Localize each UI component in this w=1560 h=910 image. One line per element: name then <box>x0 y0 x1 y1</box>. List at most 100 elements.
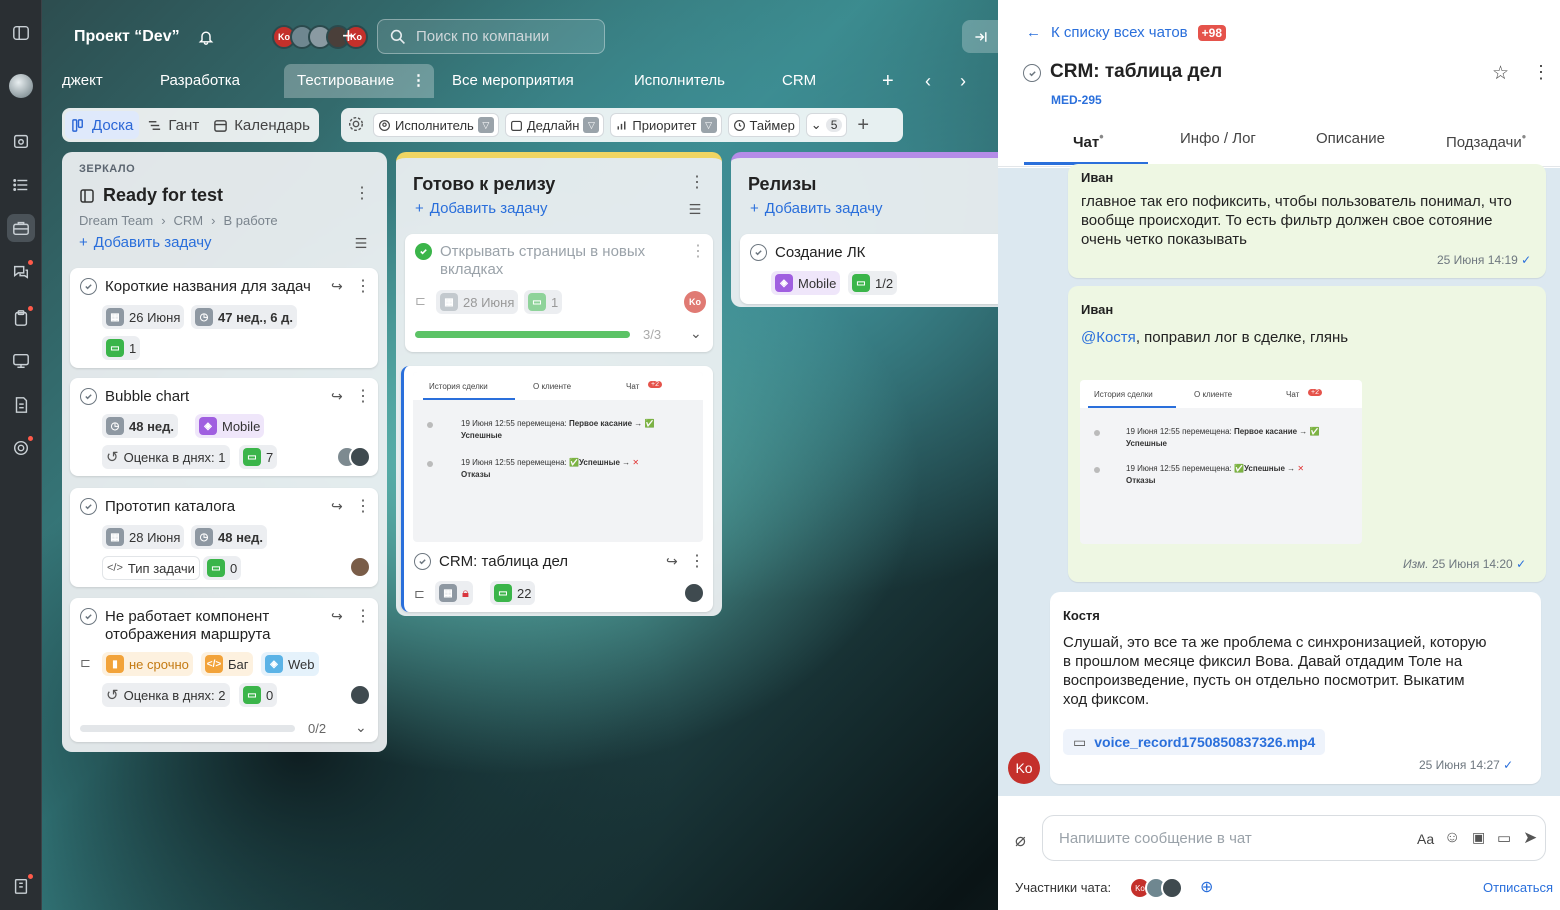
comments-count[interactable]: ▭ 7 <box>239 445 278 469</box>
breadcrumb-item[interactable]: В работе <box>223 213 277 228</box>
project-title[interactable]: Проект “Dev” <box>74 28 180 46</box>
breadcrumb-item[interactable]: Dream Team <box>79 213 153 228</box>
avatar[interactable]: Ko <box>684 291 706 313</box>
task-card-selected[interactable]: История сделки О клиенте Чат +2 19 Июня … <box>401 366 713 612</box>
add-filter-button[interactable]: + <box>853 114 869 137</box>
card-menu-icon[interactable]: ⋮ <box>355 387 371 407</box>
task-card[interactable]: Открывать страницы в новых вкладках ⋮ ⊏ ▦… <box>405 234 713 352</box>
filter-deadline[interactable]: Дедлайн ▽ <box>504 113 605 137</box>
emoji-icon[interactable]: ☺ <box>1444 829 1460 847</box>
star-icon[interactable]: ☆ <box>1492 62 1509 85</box>
complete-checkbox[interactable] <box>750 244 767 261</box>
projects-icon[interactable] <box>7 214 35 242</box>
mention-link[interactable]: @Костя <box>1081 329 1136 346</box>
complete-checkbox[interactable] <box>1023 64 1041 82</box>
complete-checkbox[interactable] <box>414 553 431 570</box>
search-input[interactable]: Поиск по компании <box>377 19 605 54</box>
tab-chat[interactable]: Чат• <box>1073 130 1104 151</box>
priority-tag[interactable]: ▮ не срочно <box>102 652 193 676</box>
chevron-right-icon[interactable]: › <box>960 64 966 98</box>
video-message-icon[interactable]: ▭ <box>1497 829 1511 847</box>
more-icon[interactable]: ⋮ <box>1532 62 1550 83</box>
text-format-icon[interactable]: Aa <box>1417 831 1434 847</box>
task-card[interactable]: Bubble chart ↪ ⋮ ◷ 48 нед. ◈ Mobile ↺ Оценк… <box>70 378 378 476</box>
card-menu-icon[interactable]: ⋮ <box>355 497 371 517</box>
message-image[interactable]: История сделки О клиенте Чат +2 19 Июня … <box>1080 380 1362 544</box>
view-gantt-button[interactable]: Гант <box>141 111 205 139</box>
subtasks-count[interactable]: ▭ 1/2 <box>848 271 898 295</box>
support-icon[interactable] <box>7 434 35 462</box>
filter-priority[interactable]: Приоритет ▽ <box>610 113 722 137</box>
add-task-button[interactable]: + Добавить задачу <box>415 200 548 217</box>
comments-count[interactable]: ▭ 0 <box>239 683 278 707</box>
tab-project[interactable]: джект <box>62 64 103 98</box>
more-filters-button[interactable]: ⌄ 5 <box>805 113 848 137</box>
attachment-file[interactable]: ▭ voice_record1750850837326.mp4 <box>1063 729 1326 755</box>
view-calendar-button[interactable]: Календарь <box>207 111 316 139</box>
task-card[interactable]: Прототип каталога ↪ ⋮ ▦ 28 Июня ◷ 48 нед. … <box>70 488 378 587</box>
filter-assignee[interactable]: Исполнитель ▽ <box>373 113 499 137</box>
tab-crm[interactable]: CRM <box>782 64 816 98</box>
monitor-icon[interactable] <box>7 347 35 375</box>
document-icon[interactable] <box>7 391 35 419</box>
view-board-button[interactable]: Доска <box>65 111 140 139</box>
avatar[interactable] <box>349 556 371 578</box>
complete-checkbox[interactable] <box>80 278 97 295</box>
task-type[interactable]: </> Тип задачи <box>102 556 200 580</box>
column-menu-icon[interactable]: ⋮ <box>689 173 705 193</box>
chat-icon[interactable] <box>7 258 35 286</box>
task-card[interactable]: Короткие названия для задач ↪ ⋮ ▦ 26 Июня… <box>70 268 378 368</box>
filter-timer[interactable]: Таймер <box>727 113 800 137</box>
clipboard-icon[interactable] <box>7 304 35 332</box>
tag-bug[interactable]: </> Баг <box>201 652 253 676</box>
comments-count[interactable]: ▭ 1 <box>524 290 563 314</box>
tag-web[interactable]: ◈ Web <box>261 652 319 676</box>
add-member-button[interactable]: + <box>342 24 355 48</box>
back-to-chats-link[interactable]: ← К списку всех чатов +98 <box>1026 24 1226 41</box>
message-input[interactable]: Напишите сообщение в чат Aa ☺ ▣ ▭ ➤ <box>1042 815 1546 861</box>
building-icon[interactable] <box>7 872 35 900</box>
attach-icon[interactable]: ⌀ <box>1015 830 1026 851</box>
tab-subtasks[interactable]: Подзадачи• <box>1446 130 1526 151</box>
share-icon[interactable]: ↪ <box>331 278 347 294</box>
share-icon[interactable]: ↪ <box>331 388 347 404</box>
sticker-icon[interactable]: ▣ <box>1472 829 1485 846</box>
collapse-panel-button[interactable] <box>962 20 1000 53</box>
complete-checkbox[interactable] <box>80 388 97 405</box>
complete-checkbox[interactable] <box>80 498 97 515</box>
tab-development[interactable]: Разработка <box>160 64 240 98</box>
card-menu-icon[interactable]: ⋮ <box>355 277 371 297</box>
settings-icon[interactable] <box>347 115 367 135</box>
more-icon[interactable]: ⋮ <box>411 64 426 98</box>
add-participant-icon[interactable]: ⊕ <box>1200 877 1213 897</box>
add-tab-button[interactable]: + <box>882 64 894 98</box>
complete-checkbox[interactable] <box>415 243 432 260</box>
bell-icon[interactable] <box>198 29 214 45</box>
avatar[interactable] <box>349 684 371 706</box>
tab-testing[interactable]: Тестирование ⋮ <box>284 64 434 98</box>
task-card[interactable]: Не работает компонент отображения маршрут… <box>70 598 378 742</box>
share-icon[interactable]: ↪ <box>331 608 347 624</box>
tag-mobile[interactable]: ◈ Mobile <box>771 271 841 295</box>
list-icon[interactable] <box>7 171 35 199</box>
card-menu-icon[interactable]: ⋮ <box>689 552 705 572</box>
add-task-button[interactable]: + Добавить задачу <box>79 234 212 251</box>
add-task-button[interactable]: + Добавить задачу <box>750 200 883 217</box>
share-icon[interactable]: ↪ <box>666 553 682 569</box>
task-card[interactable]: Создание ЛК ◈ Mobile ▭ 1/2 <box>740 234 1005 304</box>
participants-avatars[interactable]: Ko <box>1129 877 1183 899</box>
avatar[interactable] <box>349 446 371 468</box>
complete-checkbox[interactable] <box>80 608 97 625</box>
tab-description[interactable]: Описание <box>1316 130 1385 147</box>
tag-mobile[interactable]: ◈ Mobile <box>195 414 265 438</box>
avatar[interactable] <box>683 582 705 604</box>
breadcrumb-item[interactable]: CRM <box>174 213 204 228</box>
tab-info-log[interactable]: Инфо / Лог <box>1180 130 1256 147</box>
collapse-sidebar-icon[interactable] <box>7 19 35 47</box>
column-settings-icon[interactable] <box>354 236 370 252</box>
chevron-left-icon[interactable]: ‹ <box>925 64 931 98</box>
card-menu-icon[interactable]: ⋮ <box>690 242 706 262</box>
column-settings-icon[interactable] <box>688 202 704 218</box>
unsubscribe-link[interactable]: Отписаться <box>1483 880 1553 895</box>
task-code[interactable]: MED-295 <box>1051 93 1102 107</box>
